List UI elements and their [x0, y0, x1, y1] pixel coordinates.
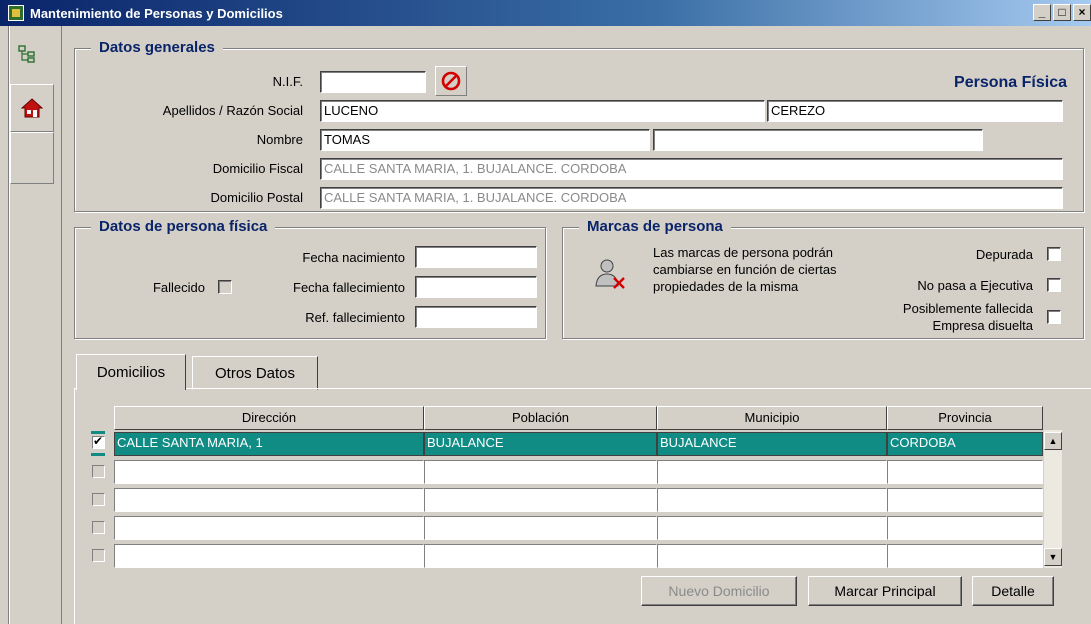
- row-checkbox[interactable]: [92, 521, 105, 534]
- table-cell-provincia[interactable]: [887, 460, 1043, 484]
- row-checkbox[interactable]: [92, 465, 105, 478]
- empresa-disuelta-label: Empresa disuelta: [932, 318, 1033, 333]
- scroll-up-icon[interactable]: ▲: [1044, 432, 1062, 450]
- tree-icon: [18, 45, 35, 63]
- app-icon: [8, 5, 24, 21]
- table-cell-provincia[interactable]: [887, 516, 1043, 540]
- marcas-persona-group: Marcas de persona Las marcas de persona …: [562, 218, 1084, 339]
- persona-fisica-group: Datos de persona física Fecha nacimiento…: [74, 218, 546, 339]
- table-cell-municipio[interactable]: [657, 544, 887, 568]
- fecha-fallecimiento-input[interactable]: [415, 276, 537, 298]
- table-cell-poblacion[interactable]: [424, 544, 657, 568]
- column-header-provincia[interactable]: Provincia: [887, 406, 1043, 430]
- home-icon: [21, 98, 43, 118]
- table-cell-municipio[interactable]: [657, 460, 887, 484]
- fallecido-label: Fallecido: [152, 280, 205, 295]
- table-cell-municipio[interactable]: [657, 488, 887, 512]
- left-toolbar: [0, 26, 62, 624]
- domicilio-postal-label: Domicilio Postal: [210, 190, 303, 205]
- nombre-input[interactable]: TOMAS: [320, 129, 650, 151]
- nombre-label: Nombre: [256, 132, 303, 147]
- nif-input[interactable]: [320, 71, 426, 93]
- persona-fisica-title: Datos de persona física: [91, 218, 276, 235]
- table-cell-provincia[interactable]: CORDOBA: [887, 432, 1043, 456]
- row-checkbox[interactable]: [92, 434, 105, 449]
- tab-domicilios[interactable]: Domicilios: [76, 354, 186, 390]
- apellido2-input[interactable]: CEREZO: [767, 100, 1063, 122]
- tree-view-button[interactable]: [12, 32, 42, 76]
- fecha-fallecimiento-label: Fecha fallecimiento: [293, 280, 405, 295]
- depurada-checkbox[interactable]: [1047, 247, 1061, 261]
- table-cell-poblacion[interactable]: BUJALANCE: [424, 432, 657, 456]
- tab-otros-datos[interactable]: Otros Datos: [192, 356, 318, 390]
- domicilio-postal-input[interactable]: CALLE SANTA MARIA, 1. BUJALANCE. CORDOBA: [320, 187, 1063, 209]
- nif-label: N.I.F.: [272, 74, 303, 89]
- table-cell-poblacion[interactable]: [424, 488, 657, 512]
- ref-fallecimiento-label: Ref. fallecimiento: [305, 310, 405, 325]
- person-remove-icon: [595, 259, 625, 289]
- table-cell-provincia[interactable]: [887, 544, 1043, 568]
- no-pasa-ejecutiva-label: No pasa a Ejecutiva: [917, 278, 1033, 293]
- marcas-description: Las marcas de persona podrán cambiarse e…: [653, 245, 837, 294]
- main-panel: Datos generales N.I.F. Persona Física Ap…: [64, 28, 1091, 624]
- depurada-label: Depurada: [975, 247, 1033, 262]
- posiblemente-fallecida-checkbox[interactable]: [1047, 310, 1061, 324]
- apellidos-label: Apellidos / Razón Social: [162, 103, 303, 118]
- minimize-button[interactable]: _: [1033, 4, 1051, 21]
- table-cell-direccion[interactable]: [114, 460, 424, 484]
- marcar-principal-button[interactable]: Marcar Principal: [808, 576, 962, 606]
- table-cell-poblacion[interactable]: [424, 460, 657, 484]
- window-title: Mantenimiento de Personas y Domicilios: [30, 5, 283, 21]
- window-titlebar[interactable]: Mantenimiento de Personas y Domicilios _…: [0, 0, 1091, 26]
- table-cell-poblacion[interactable]: [424, 516, 657, 540]
- table-cell-direccion[interactable]: [114, 488, 424, 512]
- row-checkbox[interactable]: [92, 549, 105, 562]
- nuevo-domicilio-button[interactable]: Nuevo Domicilio: [641, 576, 797, 606]
- datos-generales-group: Datos generales N.I.F. Persona Física Ap…: [74, 39, 1084, 212]
- tipo-persona-label: Persona Física: [954, 74, 1067, 91]
- apellido1-input[interactable]: LUCENO: [320, 100, 765, 122]
- posiblemente-fallecida-label: Posiblemente fallecida: [902, 301, 1033, 316]
- table-cell-direccion[interactable]: [114, 544, 424, 568]
- detalle-button[interactable]: Detalle: [972, 576, 1054, 606]
- fecha-nacimiento-label: Fecha nacimiento: [302, 250, 405, 265]
- prohibited-icon: [441, 71, 461, 91]
- row-checkbox[interactable]: [92, 493, 105, 506]
- column-header-direccion[interactable]: Dirección: [114, 406, 424, 430]
- table-cell-municipio[interactable]: [657, 516, 887, 540]
- table-cell-direccion[interactable]: [114, 516, 424, 540]
- datos-generales-title: Datos generales: [91, 39, 223, 56]
- nif-validate-button[interactable]: [435, 66, 467, 96]
- no-pasa-ejecutiva-checkbox[interactable]: [1047, 278, 1061, 292]
- table-cell-provincia[interactable]: [887, 488, 1043, 512]
- maximize-button[interactable]: □: [1053, 4, 1071, 21]
- column-header-municipio[interactable]: Municipio: [657, 406, 887, 430]
- close-button[interactable]: ×: [1073, 4, 1091, 21]
- table-cell-municipio[interactable]: BUJALANCE: [657, 432, 887, 456]
- domicilio-fiscal-label: Domicilio Fiscal: [212, 161, 303, 176]
- home-button[interactable]: [10, 84, 54, 132]
- marcas-persona-title: Marcas de persona: [579, 218, 731, 235]
- domicilio-fiscal-input[interactable]: CALLE SANTA MARIA, 1. BUJALANCE. CORDOBA: [320, 158, 1063, 180]
- scroll-down-icon[interactable]: ▼: [1044, 548, 1062, 566]
- table-cell-direccion[interactable]: CALLE SANTA MARIA, 1: [114, 432, 424, 456]
- empty-tool-button[interactable]: [10, 132, 54, 184]
- column-header-poblacion[interactable]: Población: [424, 406, 657, 430]
- nombre2-input[interactable]: [653, 129, 983, 151]
- ref-fallecimiento-input[interactable]: [415, 306, 537, 328]
- fecha-nacimiento-input[interactable]: [415, 246, 537, 268]
- grid-scrollbar[interactable]: ▲ ▼: [1044, 430, 1062, 568]
- current-row-marker-bottom: [91, 453, 105, 456]
